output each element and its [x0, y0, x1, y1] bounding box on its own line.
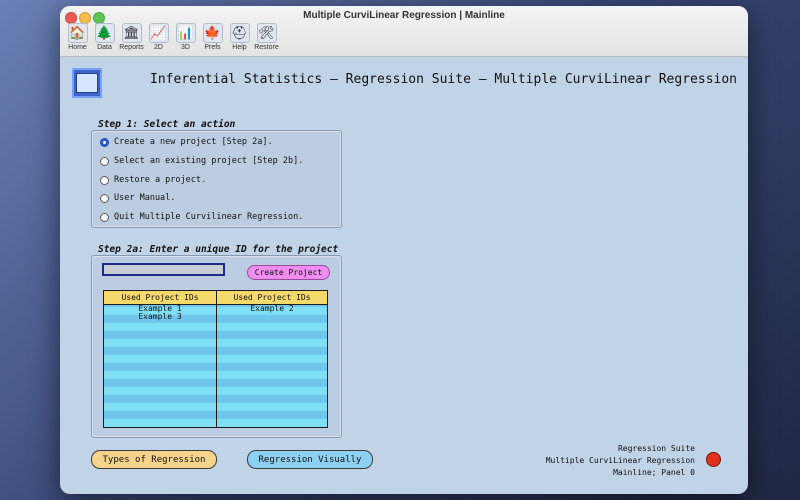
table-column: Used Project IDs Example 1 Example 3: [104, 291, 217, 427]
tree-icon: 🌲: [94, 23, 115, 43]
table-cell[interactable]: Example 2: [217, 305, 327, 313]
create-project-button[interactable]: Create Project: [247, 265, 330, 280]
toolbar-prefs-label: Prefs: [204, 44, 221, 51]
toolbar-data-button[interactable]: 🌲 Data: [91, 23, 118, 55]
types-of-regression-button[interactable]: Types of Regression: [91, 450, 217, 469]
desktop: Multiple CurviLinear Regression | Mainli…: [0, 0, 800, 500]
toolbar: 🏠 Home 🌲 Data 🏛 Reports 📈 2D 📊 3D 🍁 Pref…: [64, 23, 280, 55]
project-id-input[interactable]: [102, 263, 225, 276]
toolbar-prefs-button[interactable]: 🍁 Prefs: [199, 23, 226, 55]
page-title: Inferential Statistics — Regression Suit…: [150, 72, 737, 87]
step1-panel: Create a new project [Step 2a]. Select a…: [91, 130, 342, 228]
table-cell[interactable]: Example 3: [104, 313, 216, 321]
toolbar-reports-label: Reports: [119, 44, 144, 51]
tools-icon: 🛠: [256, 23, 277, 43]
toolbar-2d-label: 2D: [154, 44, 163, 51]
option-select-project[interactable]: Select an existing project [Step 2b].: [100, 156, 303, 166]
option-label: Quit Multiple Curvilinear Regression.: [114, 212, 304, 222]
option-restore-project[interactable]: Restore a project.: [100, 175, 206, 185]
helmet-icon: ⛑: [229, 23, 250, 43]
status-line-panel: Mainline; Panel 0: [613, 468, 695, 477]
line-chart-icon: 📈: [148, 23, 169, 43]
table-header: Used Project IDs: [217, 291, 327, 305]
toolbar-2d-button[interactable]: 📈 2D: [145, 23, 172, 55]
home-icon: 🏠: [67, 23, 88, 43]
radio-icon[interactable]: [100, 175, 109, 185]
status-line-suite: Regression Suite: [617, 444, 695, 453]
radio-icon[interactable]: [100, 193, 109, 203]
radio-icon[interactable]: [100, 156, 109, 166]
regression-visually-button[interactable]: Regression Visually: [247, 450, 373, 469]
title-bar: Multiple CurviLinear Regression | Mainli…: [60, 6, 748, 57]
radio-icon[interactable]: [100, 212, 109, 222]
option-label: Select an existing project [Step 2b].: [114, 156, 304, 166]
leaf-icon: 🍁: [202, 23, 223, 43]
toolbar-help-button[interactable]: ⛑ Help: [226, 23, 253, 55]
option-quit[interactable]: Quit Multiple Curvilinear Regression.: [100, 212, 303, 222]
used-project-ids-table: Used Project IDs Example 1 Example 3 Use…: [103, 290, 328, 428]
window-title: Multiple CurviLinear Regression | Mainli…: [303, 10, 505, 21]
step1-title: Step 1: Select an action: [98, 119, 236, 130]
status-indicator[interactable]: [706, 452, 721, 467]
toolbar-help-label: Help: [232, 44, 247, 51]
option-user-manual[interactable]: User Manual.: [100, 193, 175, 203]
logo-badge: [76, 73, 98, 93]
toolbar-restore-label: Restore: [254, 44, 279, 51]
bar-chart-icon: 📊: [175, 23, 196, 43]
option-label: User Manual.: [114, 193, 176, 203]
toolbar-restore-button[interactable]: 🛠 Restore: [253, 23, 280, 55]
status-line-module: Multiple CurviLinear Regression: [545, 456, 695, 465]
table-column: Used Project IDs Example 2: [217, 291, 327, 427]
bank-icon: 🏛: [121, 23, 142, 43]
toolbar-data-label: Data: [97, 44, 112, 51]
toolbar-3d-button[interactable]: 📊 3D: [172, 23, 199, 55]
toolbar-3d-label: 3D: [181, 44, 190, 51]
table-header: Used Project IDs: [104, 291, 216, 305]
toolbar-home-label: Home: [68, 44, 87, 51]
option-label: Create a new project [Step 2a].: [114, 137, 273, 147]
app-window: Multiple CurviLinear Regression | Mainli…: [60, 6, 748, 494]
step2a-title: Step 2a: Enter a unique ID for the proje…: [98, 244, 339, 255]
option-create-project[interactable]: Create a new project [Step 2a].: [100, 137, 273, 147]
toolbar-reports-button[interactable]: 🏛 Reports: [118, 23, 145, 55]
app-logo: [72, 68, 102, 98]
toolbar-home-button[interactable]: 🏠 Home: [64, 23, 91, 55]
radio-selected-icon[interactable]: [100, 137, 109, 147]
option-label: Restore a project.: [114, 175, 207, 185]
